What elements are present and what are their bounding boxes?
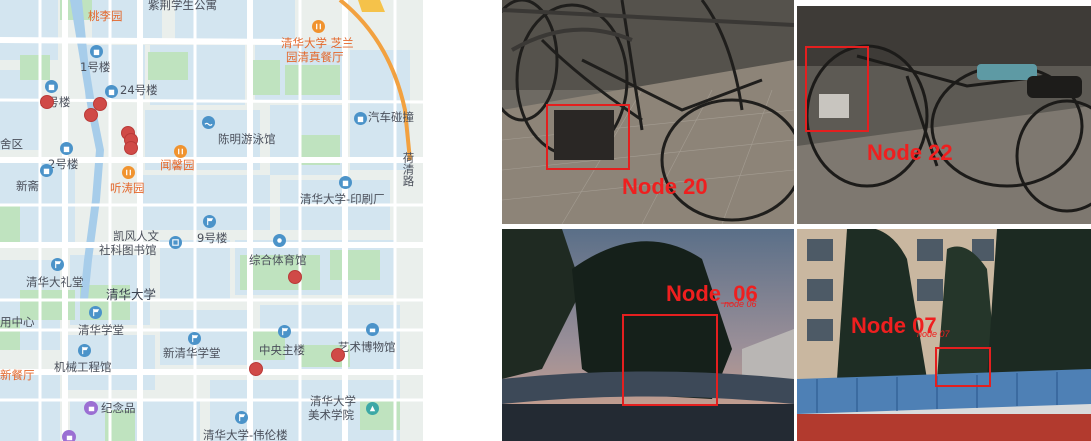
map-label-taoliyuan: 桃李园	[88, 9, 123, 23]
photo-node-20: Node 20	[502, 0, 794, 224]
map-label-xin-xuetang: 新清华学堂	[163, 346, 221, 360]
map-label-kaifeng-1: 凯风人文	[113, 229, 159, 243]
sensor-node-marker[interactable]	[288, 270, 302, 284]
building-icon[interactable]	[339, 176, 352, 189]
building-icon[interactable]	[45, 80, 58, 93]
map-label-jixie: 机械工程馆	[54, 360, 112, 374]
node-22-label: Node 22	[867, 140, 953, 165]
restaurant-icon[interactable]	[122, 166, 135, 179]
map-label-kaifeng-2: 社科图书馆	[99, 243, 157, 257]
map-label-zhilan-2: 园清真餐厅	[286, 50, 344, 64]
map-label-tsinghua: 清华大学	[106, 287, 157, 302]
building-icon[interactable]	[90, 45, 103, 58]
campus-map[interactable]: 桃李园 紫荆学生公寓 清华大学 芝兰 园清真餐厅 1号楼 24号楼 2号楼 汽车…	[0, 0, 423, 441]
sensor-node-marker[interactable]	[124, 141, 138, 155]
museum-icon[interactable]	[366, 323, 379, 336]
map-label-building-24: 24号楼	[120, 83, 158, 97]
map-label-zhongyang: 中央主楼	[259, 343, 305, 357]
flag-icon[interactable]	[78, 344, 91, 357]
map-label-qiche: 汽车碰撞	[368, 110, 414, 124]
map-label-chenming-pool: 陈明游泳馆	[218, 132, 276, 146]
library-icon[interactable]	[169, 236, 182, 249]
building-icon[interactable]	[40, 164, 53, 177]
photo-node-06: Node_06 node 06	[502, 229, 794, 441]
sensor-node-marker[interactable]	[249, 362, 263, 376]
map-label-xiqu: 舍区	[0, 137, 23, 151]
sensor-node-marker[interactable]	[40, 95, 54, 109]
map-label-meishu-1: 清华大学	[310, 394, 356, 408]
map-label-weilun: 清华大学-伟伦楼	[203, 428, 288, 441]
map-label-zhongxin: 用中心	[0, 315, 35, 329]
map-label-building-1: 1号楼	[80, 60, 111, 74]
building-icon[interactable]	[60, 142, 73, 155]
restaurant-icon[interactable]	[174, 145, 187, 158]
flag-icon[interactable]	[235, 411, 248, 424]
map-label-zijing: 紫荆学生公寓	[148, 0, 217, 12]
map-label-zhilan: 清华大学 芝兰	[281, 36, 354, 50]
building-icon[interactable]	[105, 85, 118, 98]
flag-icon[interactable]	[278, 325, 291, 338]
flag-icon[interactable]	[89, 306, 102, 319]
flag-icon[interactable]	[51, 258, 64, 271]
swimming-icon[interactable]	[202, 116, 215, 129]
map-label-wenxin: 闻馨园	[160, 158, 195, 172]
sensor-node-marker[interactable]	[331, 348, 345, 362]
flag-icon[interactable]	[203, 215, 216, 228]
node-07-watermark: node 07	[917, 329, 950, 339]
map-label-dalitang: 清华大礼堂	[26, 275, 84, 289]
map-label-xin-canting: 新餐厅	[0, 368, 35, 382]
shop-icon[interactable]	[62, 430, 76, 441]
node-06-watermark: node 06	[724, 299, 757, 309]
map-label-heqing-road: 荷清路	[401, 152, 416, 187]
map-label-yinshua: 清华大学-印刷厂	[300, 192, 385, 206]
map-label-building-9: 9号楼	[197, 231, 228, 245]
node-06-bbox	[622, 314, 718, 406]
photo-node-07: Node 07 node 07	[797, 229, 1091, 441]
map-label-jinianpin: 纪念品	[101, 401, 136, 415]
node-22-bbox	[805, 46, 869, 132]
restaurant-icon[interactable]	[312, 20, 325, 33]
node-07-bbox	[935, 347, 991, 387]
sensor-node-marker[interactable]	[84, 108, 98, 122]
photo-node-22: Node 22	[797, 6, 1091, 224]
map-label-meishu-2: 美术学院	[308, 408, 354, 422]
shop-icon[interactable]	[84, 401, 98, 415]
map-label-zonghe-gym: 综合体育馆	[249, 253, 307, 267]
art-school-icon[interactable]	[366, 402, 379, 415]
map-label-tingtao: 听涛园	[110, 181, 145, 195]
flag-icon[interactable]	[188, 332, 201, 345]
map-label-xuetang: 清华学堂	[78, 323, 124, 337]
map-label-xinzhai: 新斋	[16, 179, 39, 193]
node-20-label: Node 20	[622, 174, 708, 199]
node-20-bbox	[546, 104, 630, 170]
building-icon[interactable]	[354, 112, 367, 125]
gym-icon[interactable]	[273, 234, 286, 247]
map-label-yishu-museum: 艺术博物馆	[338, 340, 396, 354]
